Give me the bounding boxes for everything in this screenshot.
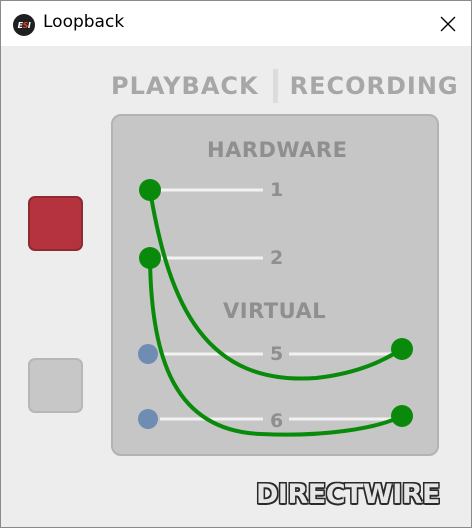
routing-overlay xyxy=(138,179,413,437)
node-output-6[interactable] xyxy=(391,405,413,427)
connection-2-to-6[interactable] xyxy=(148,256,404,437)
logo-text: DIRECTWIRE xyxy=(256,479,441,510)
channel-lines xyxy=(160,188,393,421)
node-hardware-2[interactable] xyxy=(139,247,161,269)
node-virtual-6[interactable] xyxy=(138,409,158,429)
loopback-window: ESI Loopback PLAYBACK RECORDING HARDWARE… xyxy=(0,0,472,528)
node-virtual-5[interactable] xyxy=(138,344,158,364)
node-output-5[interactable] xyxy=(391,338,413,360)
directwire-logo: DIRECTWIRE xyxy=(256,479,441,517)
connection-1-to-5[interactable] xyxy=(148,188,404,381)
node-hardware-1[interactable] xyxy=(139,179,161,201)
